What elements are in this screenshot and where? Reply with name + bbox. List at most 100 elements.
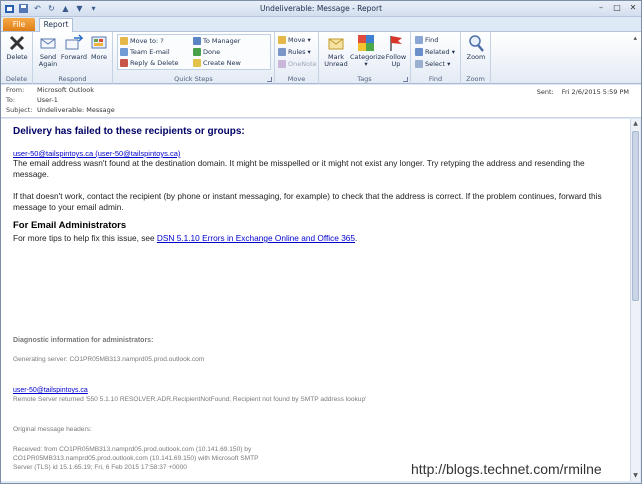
quick-steps-group-label: Quick Steps (174, 75, 213, 83)
mark-unread-button[interactable]: Mark Unread (322, 34, 350, 72)
diagnostic-info-title: Diagnostic information for administrator… (13, 337, 154, 344)
minimize-icon[interactable]: – (596, 3, 606, 13)
delete-group-label: Delete (5, 75, 28, 83)
quick-step-team-email[interactable]: Team E-mail (120, 47, 170, 57)
more-label: More (90, 53, 108, 61)
delete-label: Delete (6, 53, 28, 61)
generating-server-text: Generating server: CO1PR05MB313.namprd05… (13, 356, 205, 363)
respond-group: Send Again Forward More Respond (33, 32, 113, 84)
quick-step-create-new[interactable]: Create New (193, 58, 241, 68)
zoom-label: Zoom (466, 53, 486, 61)
delete-group: Delete Delete (1, 32, 33, 84)
follow-up-flag-icon (390, 36, 402, 51)
from-value[interactable]: Microsoft Outlook (37, 86, 94, 95)
admin-tips-tail: . (355, 233, 358, 243)
zoom-button[interactable]: Zoom (463, 34, 489, 72)
quick-step-to-manager[interactable]: To Manager (193, 36, 240, 46)
categorize-button[interactable]: Categorize ▾ (350, 34, 385, 72)
rules-icon (278, 48, 286, 56)
related-icon (415, 48, 423, 56)
new-quick-step-icon (193, 59, 201, 67)
follow-up-button[interactable]: Follow Up (382, 34, 410, 72)
ribbon: Delete Delete Send Again Forward More Re… (1, 32, 641, 84)
send-again-label: Send Again (38, 53, 58, 68)
forward-icon (65, 34, 83, 50)
scroll-up-icon[interactable]: ▲ (632, 120, 639, 128)
quick-step-label: Done (203, 48, 221, 56)
contact-recipient-paragraph: If that doesn't work, contact the recipi… (13, 191, 602, 212)
move-label: Move (288, 36, 306, 44)
mark-unread-label: Mark Unread (324, 53, 348, 68)
quick-steps-group: Move to: ? To Manager Team E-mail Done R… (113, 32, 275, 84)
quick-step-reply-delete[interactable]: Reply & Delete (120, 58, 179, 68)
move-group-label: Move (287, 75, 306, 83)
find-group-label: Find (428, 75, 443, 83)
message-body: Delivery has failed to these recipients … (1, 119, 631, 481)
move-folder-icon (278, 36, 286, 44)
scrollbar-thumb[interactable] (632, 131, 639, 301)
forward-button[interactable]: Forward (60, 34, 88, 72)
window-controls: – □ ✕ (596, 3, 638, 13)
tab-file[interactable]: File (3, 18, 35, 31)
delivery-failed-heading: Delivery has failed to these recipients … (13, 126, 245, 137)
to-value[interactable]: User-1 (37, 96, 58, 105)
quick-step-label: Move to: ? (130, 37, 164, 45)
blog-watermark: http://blogs.technet.com/rmilne (411, 461, 602, 477)
find-label: Find (425, 36, 439, 44)
scroll-down-icon[interactable]: ▼ (632, 472, 639, 480)
to-row: To: User-1 (6, 96, 58, 105)
dsn-errors-link[interactable]: DSN 5.1.10 Errors in Exchange Online and… (157, 233, 355, 243)
quick-step-done[interactable]: Done (193, 47, 220, 57)
move-button[interactable]: Move ▾ (278, 35, 311, 45)
select-button[interactable]: Select ▾ (415, 59, 450, 69)
quick-step-label: Reply & Delete (130, 59, 179, 67)
remote-server-text: Remote Server returned '550 5.1.10 RESOL… (13, 396, 367, 403)
subject-label: Subject: (6, 106, 33, 114)
forward-mail-icon (193, 37, 201, 45)
dropdown-arrow-icon: ▾ (307, 36, 311, 44)
message-header: From: Microsoft Outlook To: User-1 Subje… (1, 85, 641, 118)
from-row: From: Microsoft Outlook (6, 86, 94, 95)
window-title: Undeliverable: Message - Report (259, 4, 383, 13)
quick-step-label: Team E-mail (130, 48, 170, 56)
move-group: Move ▾ Rules ▾ OneNote Move (275, 32, 319, 84)
recipient-link[interactable]: user-50@tailspintoys.ca (user-50@tailspi… (13, 149, 180, 158)
find-group: Find Related ▾ Select ▾ Find (411, 32, 461, 84)
dropdown-arrow-icon: ▾ (364, 60, 368, 68)
respond-group-label: Respond (58, 75, 87, 83)
recipient-address-link[interactable]: user-50@tailspintoys.ca (13, 387, 88, 394)
more-respond-icon (91, 36, 107, 49)
related-button[interactable]: Related ▾ (415, 47, 455, 57)
reply-delete-icon (120, 59, 128, 67)
rules-button[interactable]: Rules ▾ (278, 47, 311, 57)
collapse-ribbon-icon[interactable]: ▴ (633, 34, 637, 42)
sent-row: Sent: Fri 2/6/2015 5:59 PM (537, 88, 629, 96)
sent-value: Fri 2/6/2015 5:59 PM (561, 88, 629, 96)
to-label: To: (6, 96, 16, 104)
subject-value: Undeliverable: Message (37, 106, 115, 114)
onenote-label: OneNote (288, 60, 317, 68)
vertical-scrollbar[interactable]: ▲ ▼ (630, 119, 640, 481)
outlook-message-window: ↶ ↻ ▲ ▼ ▾ Undeliverable: Message - Repor… (0, 0, 642, 484)
send-again-icon (40, 38, 56, 49)
send-again-button[interactable]: Send Again (35, 34, 61, 72)
dropdown-arrow-icon: ▾ (307, 48, 311, 56)
checkmark-icon (193, 48, 201, 56)
delete-x-icon (9, 35, 25, 51)
zoom-group-label: Zoom (466, 75, 485, 83)
tab-report[interactable]: Report (39, 18, 73, 32)
quick-step-label: To Manager (203, 37, 241, 45)
maximize-icon[interactable]: □ (612, 3, 622, 13)
delete-button[interactable]: Delete (4, 34, 30, 72)
more-button[interactable]: More (87, 34, 111, 72)
quick-step-move-to[interactable]: Move to: ? (120, 36, 164, 46)
ribbon-tabs: File Report (1, 17, 641, 32)
find-button[interactable]: Find (415, 35, 438, 45)
received-line-2: CO1PR05MB313.namprd05.prod.outlook.com (… (13, 455, 259, 462)
close-icon[interactable]: ✕ (628, 3, 638, 13)
from-label: From: (6, 86, 25, 94)
forward-label: Forward (60, 53, 88, 61)
onenote-button[interactable]: OneNote (278, 59, 317, 69)
dropdown-arrow-icon: ▾ (451, 48, 455, 56)
follow-up-label: Follow Up (385, 53, 407, 68)
